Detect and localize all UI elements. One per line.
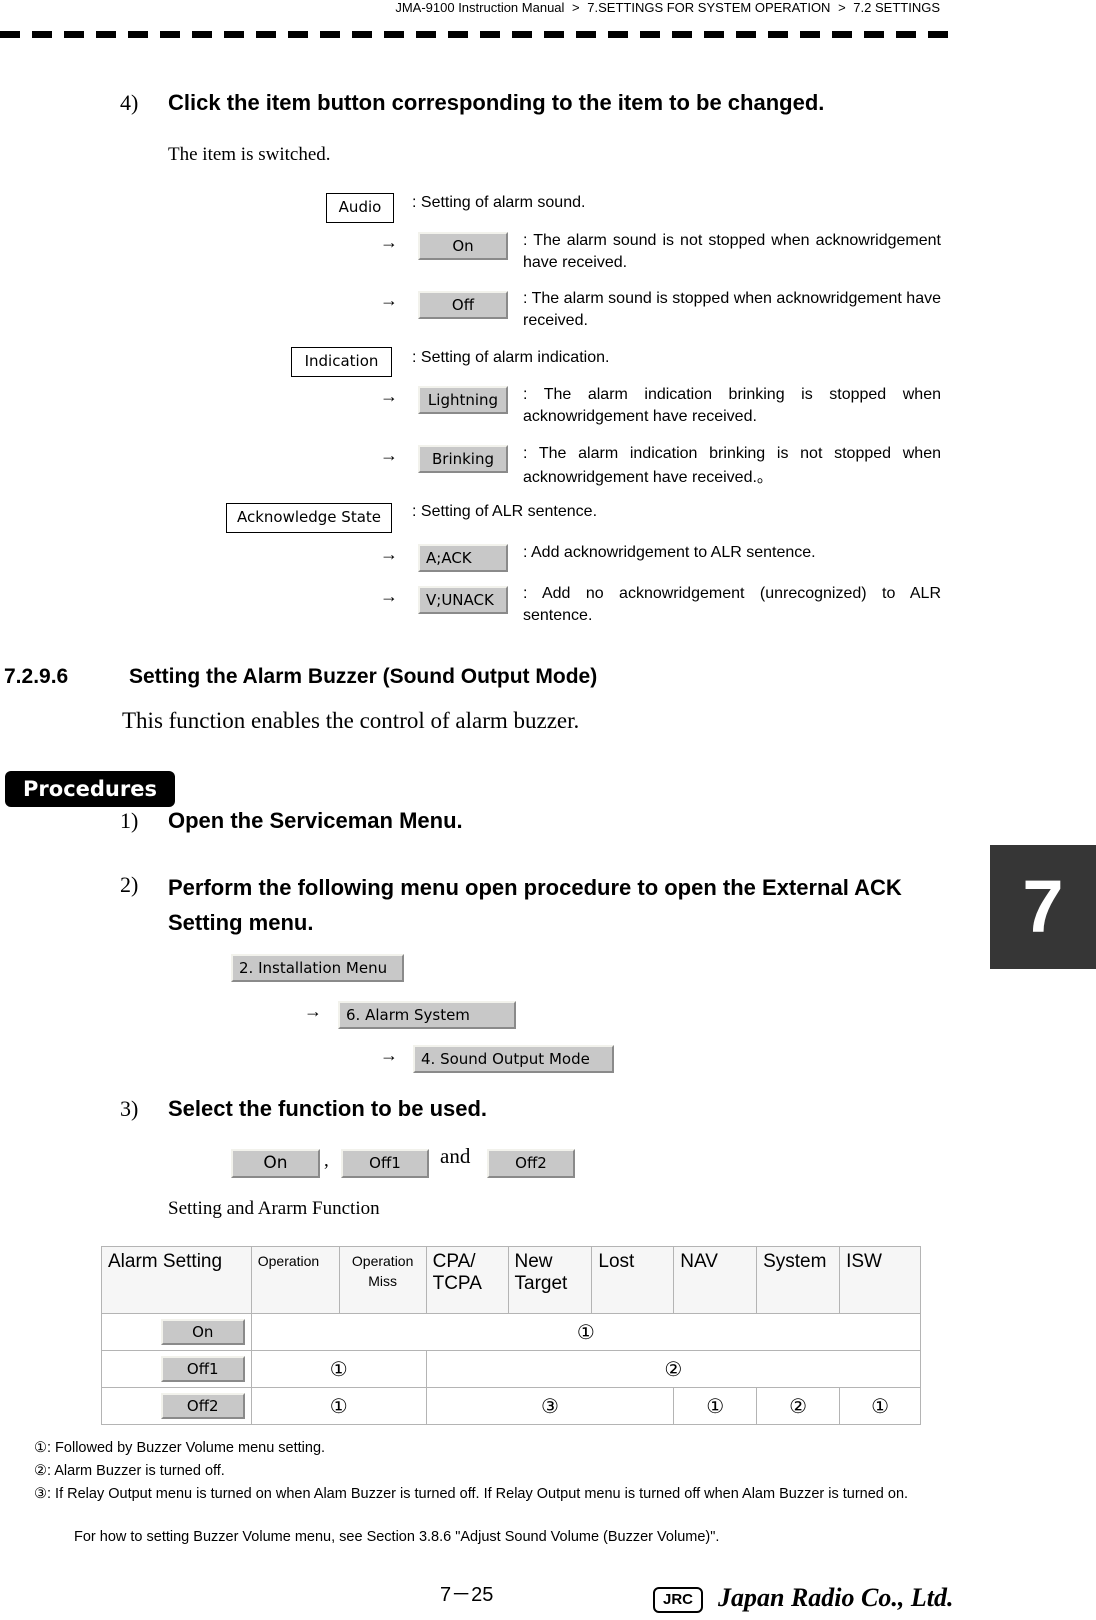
column-header: Operation (250, 1246, 340, 1314)
procedures-label: Procedures (5, 771, 175, 807)
column-header: ISW (839, 1246, 921, 1314)
table-cell: ① (839, 1387, 921, 1425)
audio-on-description: : The alarm sound is not stopped when ac… (523, 232, 941, 271)
brand-logo: Japan Radio Co., Ltd. (718, 1583, 954, 1612)
alarm-function-table: Alarm Setting Operation Operation Miss C… (101, 1246, 922, 1425)
footnote: ②: Alarm Buzzer is turned off. (34, 1463, 225, 1479)
indication-item-button[interactable]: Indication (291, 347, 392, 377)
breadcrumb: JMA-9100 Instruction Manual > 7.SETTINGS… (0, 0, 940, 16)
installation-menu-button[interactable]: 2. Installation Menu (231, 954, 404, 982)
alarm-system-button[interactable]: 6. Alarm System (338, 1001, 516, 1029)
table-cell: ② (425, 1350, 922, 1388)
step-text: Click the item button corresponding to t… (168, 90, 825, 115)
arrow-icon: → (380, 586, 398, 606)
column-header: Lost (591, 1246, 675, 1314)
table-cell: ① (250, 1387, 427, 1425)
section-number: 7.2.9.6 (4, 665, 69, 688)
step-text: Open the Serviceman Menu. (168, 808, 463, 833)
column-header: NAV (673, 1246, 758, 1314)
function-off1-button[interactable]: Off1 (341, 1149, 429, 1178)
sound-output-mode-button[interactable]: 4. Sound Output Mode (413, 1045, 614, 1073)
acknowledge-state-description: : Setting of ALR sentence. (412, 503, 598, 520)
step-text: Perform the following menu open procedur… (168, 875, 902, 935)
setting-off1-button[interactable]: Off1 (160, 1356, 245, 1382)
table-header-row: Alarm Setting Operation Operation Miss C… (101, 1246, 921, 1314)
step-subtext: The item is switched. (168, 144, 331, 165)
column-header: Alarm Setting (101, 1246, 252, 1314)
indication-brinking-description: : The alarm indication brinking is not s… (523, 445, 941, 486)
unack-button[interactable]: V;UNACK (418, 586, 508, 614)
table-cell: ② (756, 1387, 841, 1425)
setting-off2-button[interactable]: Off2 (160, 1393, 245, 1419)
indication-lightning-button[interactable]: Lightning (418, 386, 508, 414)
section-title: Setting the Alarm Buzzer (Sound Output M… (129, 665, 598, 688)
arrow-icon: → (304, 1001, 322, 1021)
table-caption: Setting and Ararm Function (168, 1198, 380, 1219)
column-header: Operation Miss (338, 1246, 427, 1314)
acknowledge-state-item-button[interactable]: Acknowledge State (226, 503, 392, 533)
audio-off-description: : The alarm sound is stopped when acknow… (523, 290, 941, 329)
arrow-icon: → (380, 386, 398, 406)
table-cell: ① (673, 1387, 758, 1425)
breadcrumb-separator: > (572, 0, 580, 15)
table-cell: ① (250, 1313, 922, 1351)
footnote: ①: Followed by Buzzer Volume menu settin… (34, 1440, 326, 1456)
table-cell: ③ (425, 1387, 675, 1425)
column-header: System (756, 1246, 841, 1314)
footnote-text: ③: If Relay Output menu is turned on whe… (34, 1486, 909, 1502)
audio-off-button[interactable]: Off (418, 291, 508, 319)
breadcrumb-item: 7.2 SETTINGS (853, 0, 940, 15)
indication-lightning-description: : The alarm indication brinking is stopp… (523, 386, 941, 425)
step-number: 3) (120, 1096, 139, 1121)
column-header: New Target (507, 1246, 593, 1314)
breadcrumb-item: 7.SETTINGS FOR SYSTEM OPERATION (587, 0, 831, 15)
setting-on-button[interactable]: On (160, 1319, 245, 1345)
function-on-button[interactable]: On (231, 1149, 320, 1178)
page-number: 7－25 (440, 1584, 494, 1606)
audio-on-button[interactable]: On (418, 232, 508, 260)
section-intro: This function enables the control of ala… (122, 708, 580, 733)
step-number: 2) (120, 872, 139, 897)
audio-item-button[interactable]: Audio (326, 193, 394, 223)
arrow-icon: → (380, 232, 398, 252)
column-header: CPA/ TCPA (425, 1246, 509, 1314)
step-number: 1) (120, 808, 139, 833)
separator-and: and (440, 1144, 471, 1168)
jrc-logo: JRC (653, 1587, 703, 1613)
ack-button[interactable]: A;ACK (418, 544, 508, 572)
step-number: 4) (120, 90, 139, 115)
arrow-icon: → (380, 544, 398, 564)
table-row: Off2 ① ③ ① ② ① (101, 1387, 921, 1425)
unack-description: : Add no acknowridgement (unrecognized) … (523, 585, 941, 624)
table-row: Off1 ① ② (101, 1350, 922, 1388)
footnote-reference: For how to setting Buzzer Volume menu, s… (74, 1529, 720, 1545)
indication-brinking-button[interactable]: Brinking (418, 445, 508, 473)
audio-description: : Setting of alarm sound. (412, 194, 586, 211)
arrow-icon: → (380, 290, 398, 310)
breadcrumb-item: JMA-9100 Instruction Manual (395, 0, 565, 15)
breadcrumb-separator: > (838, 0, 846, 15)
ack-description: : Add acknowridgement to ALR sentence. (523, 544, 816, 561)
table-row: On ① (101, 1313, 922, 1351)
table-cell: ① (250, 1350, 427, 1388)
step-text: Select the function to be used. (168, 1096, 488, 1121)
function-off2-button[interactable]: Off2 (487, 1149, 575, 1178)
chapter-tab: 7 (990, 845, 1096, 969)
footnote: ③: If Relay Output menu is turned on whe… (34, 1485, 914, 1503)
header-divider (0, 31, 952, 38)
arrow-icon: → (380, 445, 398, 465)
arrow-icon: → (380, 1045, 398, 1065)
separator-comma: , (324, 1150, 329, 1171)
indication-description: : Setting of alarm indication. (412, 349, 610, 366)
